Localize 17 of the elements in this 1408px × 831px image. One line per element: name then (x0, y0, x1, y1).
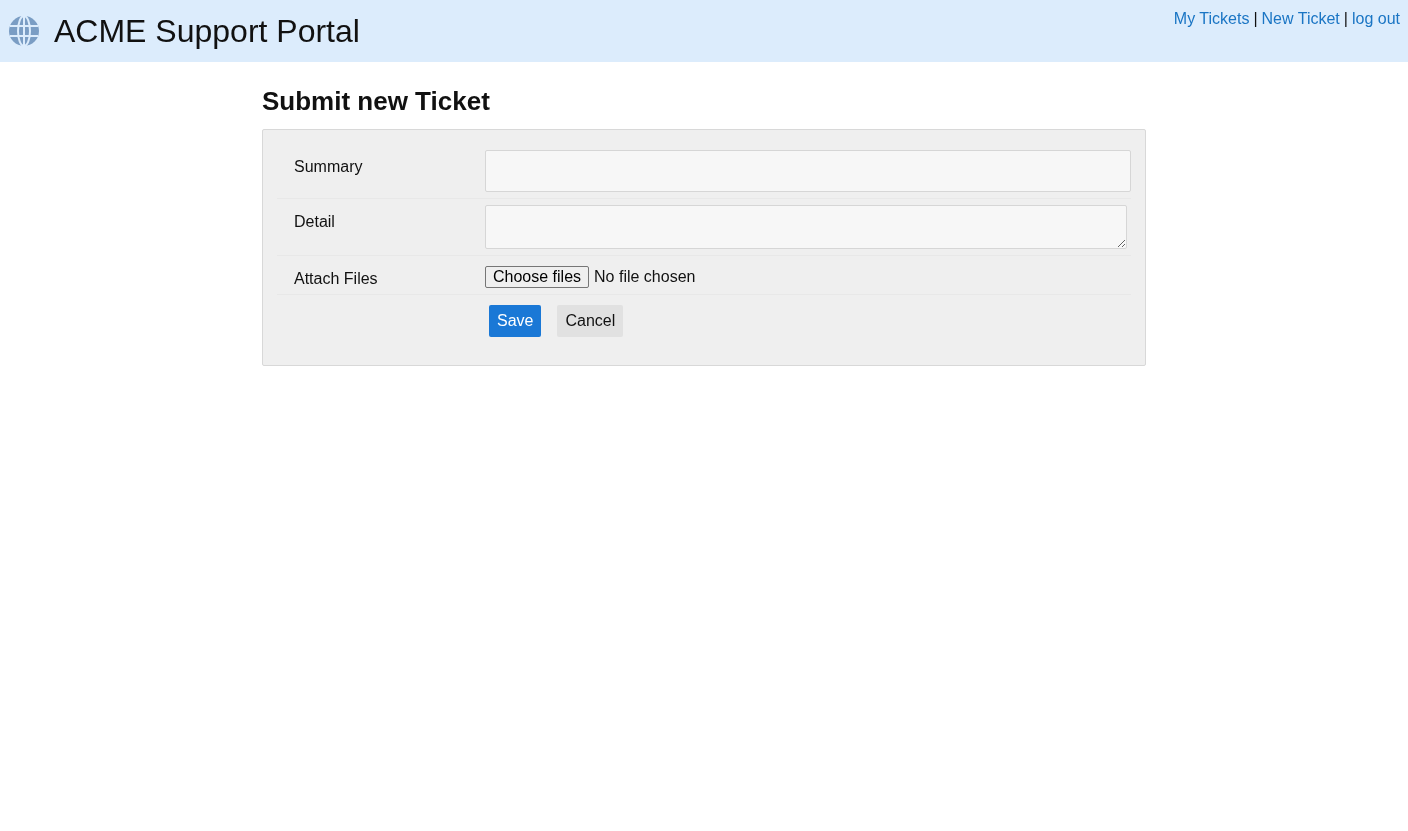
nav-link[interactable]: New Ticket (1261, 10, 1340, 28)
file-status: No file chosen (594, 268, 696, 286)
summary-input[interactable] (485, 150, 1131, 192)
nav-link[interactable]: My Tickets (1173, 10, 1250, 28)
nav-separator: | (1343, 10, 1348, 28)
nav-separator: | (1253, 10, 1258, 28)
nav-link[interactable]: log out (1351, 10, 1400, 28)
page-title: Submit new Ticket (262, 86, 491, 117)
field-label: Summary (293, 157, 364, 177)
choose-files-button[interactable]: Choose files (485, 266, 590, 288)
portal-title: ACME Support Portal (54, 12, 360, 50)
save-button[interactable]: Save (489, 305, 542, 337)
globe-icon (8, 15, 40, 47)
field-label: Detail (293, 212, 336, 232)
detail-input[interactable] (485, 205, 1127, 249)
field-label: Attach Files (293, 269, 379, 288)
cancel-button[interactable]: Cancel (557, 305, 624, 337)
